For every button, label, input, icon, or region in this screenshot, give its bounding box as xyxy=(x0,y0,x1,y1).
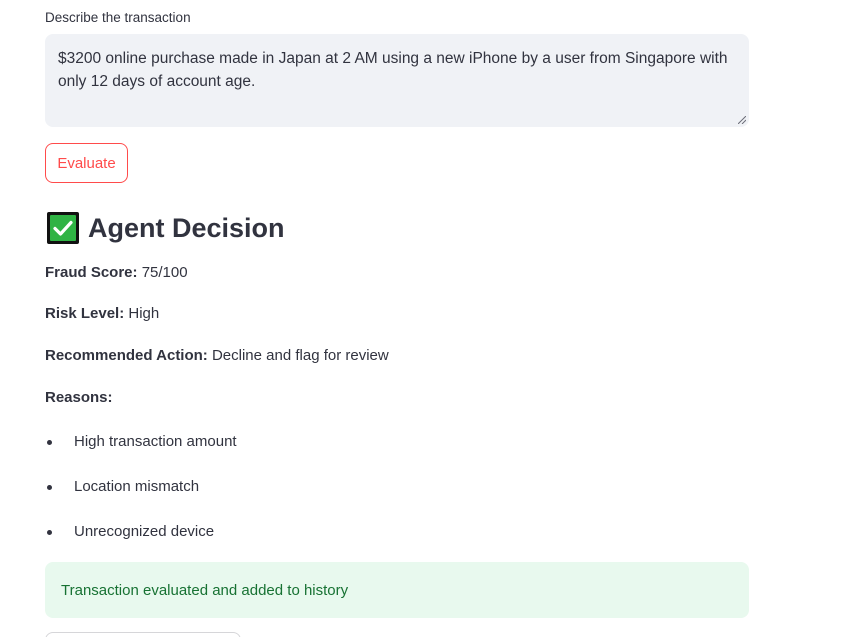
decision-title: Agent Decision xyxy=(88,212,285,243)
fraud-score-label: Fraud Score: xyxy=(45,264,138,281)
reason-text: High transaction amount xyxy=(74,433,237,450)
success-message: Transaction evaluated and added to histo… xyxy=(61,581,349,599)
bullet-icon xyxy=(47,440,52,445)
success-alert: Transaction evaluated and added to histo… xyxy=(45,562,749,618)
fraud-score-value: 75/100 xyxy=(141,264,188,281)
reasons-heading: Reasons: xyxy=(45,389,113,406)
risk-level-label: Risk Level: xyxy=(45,305,125,322)
reasons-label: Reasons: xyxy=(45,389,113,406)
transaction-description-textarea[interactable]: $3200 online purchase made in Japan at 2… xyxy=(45,34,749,127)
fraud-score-row: Fraud Score: 75/100 xyxy=(45,264,188,281)
recommended-action-label: Recommended Action: xyxy=(45,347,208,364)
partially-visible-button[interactable] xyxy=(45,632,241,637)
reason-text: Location mismatch xyxy=(74,478,200,495)
transaction-description-value: $3200 online purchase made in Japan at 2… xyxy=(58,50,728,90)
bullet-icon xyxy=(47,530,52,535)
reason-text: Unrecognized device xyxy=(74,523,215,540)
evaluate-button[interactable]: Evaluate xyxy=(45,143,128,183)
check-mark-button-icon xyxy=(47,212,79,244)
agent-decision-heading: Agent Decision xyxy=(47,211,285,245)
transaction-input-label: Describe the transaction xyxy=(45,10,191,25)
resize-grip-icon[interactable] xyxy=(738,116,746,124)
recommended-action-row: Recommended Action: Decline and flag for… xyxy=(45,347,389,364)
recommended-action-value: Decline and flag for review xyxy=(211,347,389,364)
bullet-icon xyxy=(47,485,52,490)
risk-level-value: High xyxy=(128,305,160,322)
app-page: Describe the transaction $3200 online pu… xyxy=(0,0,849,637)
risk-level-row: Risk Level: High xyxy=(45,305,159,322)
